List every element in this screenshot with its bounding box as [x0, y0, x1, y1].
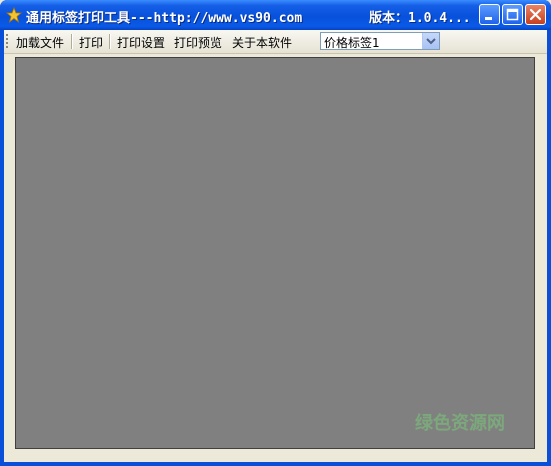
minimize-button[interactable]	[479, 4, 500, 25]
load-file-button[interactable]: 加载文件	[16, 34, 64, 51]
client-area: 加载文件 打印 打印设置 打印预览 关于本软件 价格标签1	[4, 30, 547, 462]
template-select[interactable]: 价格标签1	[320, 32, 440, 50]
label-preview-canvas[interactable]	[15, 57, 535, 449]
version-label: 版本：1.0.4...	[369, 11, 471, 26]
toolbar: 加载文件 打印 打印设置 打印预览 关于本软件 价格标签1	[4, 30, 547, 54]
print-settings-button[interactable]: 打印设置	[117, 34, 165, 51]
close-button[interactable]	[525, 4, 546, 25]
toolbar-separator	[71, 34, 73, 49]
toolbar-separator	[109, 34, 111, 49]
star-icon[interactable]	[5, 6, 23, 24]
title-bar[interactable]: 通用标签打印工具---http://www.vs90.com 版本：1.0.4.…	[0, 0, 551, 30]
window-title: 通用标签打印工具---http://www.vs90.com	[26, 11, 303, 26]
toolbar-grip-icon[interactable]	[6, 34, 9, 49]
template-select-value: 价格标签1	[324, 36, 380, 50]
watermark-text: 绿色资源网	[415, 413, 505, 434]
print-preview-button[interactable]: 打印预览	[174, 34, 222, 51]
about-button[interactable]: 关于本软件	[232, 34, 292, 51]
app-window: 通用标签打印工具---http://www.vs90.com 版本：1.0.4.…	[0, 0, 551, 466]
maximize-button[interactable]	[502, 4, 523, 25]
chevron-down-icon[interactable]	[422, 33, 439, 49]
print-button[interactable]: 打印	[79, 34, 103, 51]
